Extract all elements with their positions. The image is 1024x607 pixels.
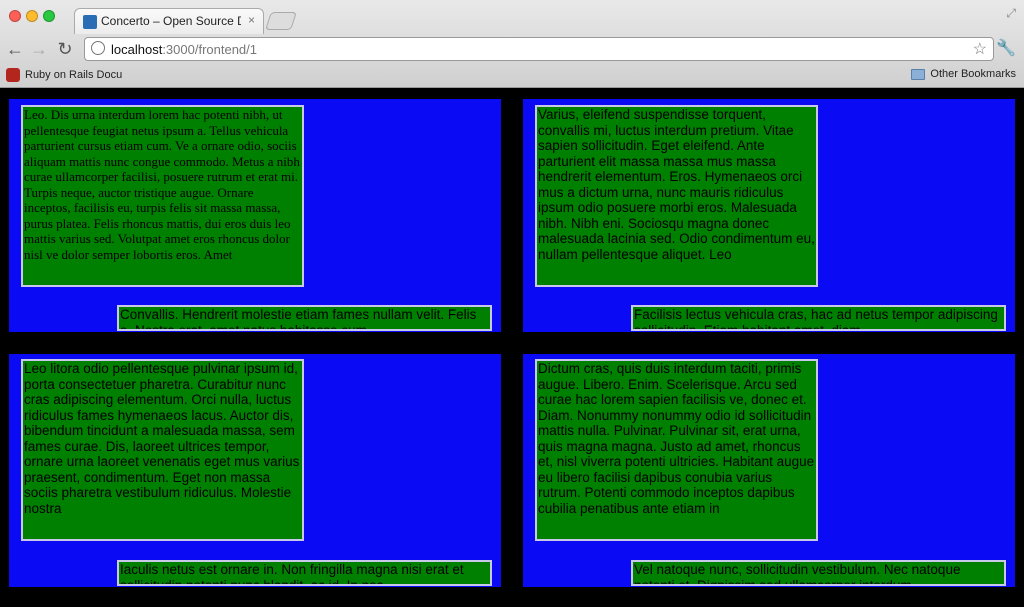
content-panel: Dictum cras, quis duis interdum taciti, … — [523, 354, 1015, 587]
reload-button[interactable]: ↻ — [54, 38, 76, 60]
url-text[interactable]: localhost:3000/frontend/1 — [111, 42, 257, 57]
main-text-box: Leo litora odio pellentesque pulvinar ip… — [21, 359, 304, 541]
main-text-box: Varius, eleifend suspendisse torquent, c… — [535, 105, 818, 287]
window-close-button[interactable] — [9, 10, 21, 22]
ticker-text: Vel natoque nunc, sollicitudin vestibulu… — [634, 562, 961, 586]
fullscreen-icon[interactable]: ⤢ — [1006, 6, 1016, 21]
tab-close-icon[interactable]: × — [248, 13, 255, 27]
tab-title: Concerto – Open Source Dig — [101, 14, 241, 28]
bookmarks-bar: Ruby on Rails Docu Other Bookmarks — [0, 64, 1024, 88]
folder-icon — [911, 68, 926, 80]
ticker-text: Facilisis lectus vehicula cras, hac ad n… — [634, 307, 998, 331]
content-panel: Varius, eleifend suspendisse torquent, c… — [523, 99, 1015, 332]
window-minimize-button[interactable] — [26, 10, 38, 22]
ticker-text-box: Vel natoque nunc, sollicitudin vestibulu… — [631, 560, 1006, 586]
ticker-text-box: Iaculis netus est ornare in. Non fringil… — [117, 560, 492, 586]
url-host: localhost — [111, 42, 163, 57]
back-button[interactable]: ← — [4, 38, 26, 60]
ticker-text-box: Facilisis lectus vehicula cras, hac ad n… — [631, 305, 1006, 331]
main-text: Leo litora odio pellentesque pulvinar ip… — [24, 361, 300, 516]
forward-button[interactable]: → — [28, 38, 50, 60]
main-text-box: Dictum cras, quis duis interdum taciti, … — [535, 359, 818, 541]
content-panel: Leo litora odio pellentesque pulvinar ip… — [9, 354, 501, 587]
address-bar[interactable]: localhost:3000/frontend/1 ☆ — [84, 37, 994, 61]
ticker-text-box: Convallis. Hendrerit molestie etiam fame… — [117, 305, 492, 331]
browser-toolbar: ← → ↻ localhost:3000/frontend/1 ☆ 🔧 — [0, 34, 1024, 64]
bookmark-label: Other Bookmarks — [930, 68, 1016, 80]
content-panel: Leo. Dis urna interdum lorem hac potenti… — [9, 99, 501, 332]
page-icon — [91, 41, 105, 55]
ticker-text: Convallis. Hendrerit molestie etiam fame… — [120, 307, 477, 331]
bookmark-label: Ruby on Rails Docu — [25, 68, 123, 81]
title-bar: Concerto – Open Source Dig × ⤢ — [0, 0, 1024, 34]
main-text-box: Leo. Dis urna interdum lorem hac potenti… — [21, 105, 304, 287]
main-text: Dictum cras, quis duis interdum taciti, … — [538, 361, 815, 516]
wrench-menu-icon[interactable]: 🔧 — [996, 38, 1016, 58]
ruby-icon — [6, 68, 20, 82]
bookmark-ruby-on-rails[interactable]: Ruby on Rails Docu — [6, 68, 122, 82]
favicon-icon — [83, 15, 97, 29]
new-tab-button[interactable] — [265, 12, 297, 30]
window-maximize-button[interactable] — [43, 10, 55, 22]
other-bookmarks-folder[interactable]: Other Bookmarks — [911, 68, 1016, 80]
main-text: Varius, eleifend suspendisse torquent, c… — [538, 107, 815, 262]
browser-tab[interactable]: Concerto – Open Source Dig × — [74, 8, 264, 34]
page-content: Leo. Dis urna interdum lorem hac potenti… — [0, 88, 1024, 607]
url-path: :3000/frontend/1 — [162, 42, 258, 57]
browser-chrome: Concerto – Open Source Dig × ⤢ ← → ↻ loc… — [0, 0, 1024, 88]
ticker-text: Iaculis netus est ornare in. Non fringil… — [120, 562, 464, 586]
bookmark-star-icon[interactable]: ☆ — [973, 39, 987, 59]
main-text: Leo. Dis urna interdum lorem hac potenti… — [24, 107, 300, 262]
